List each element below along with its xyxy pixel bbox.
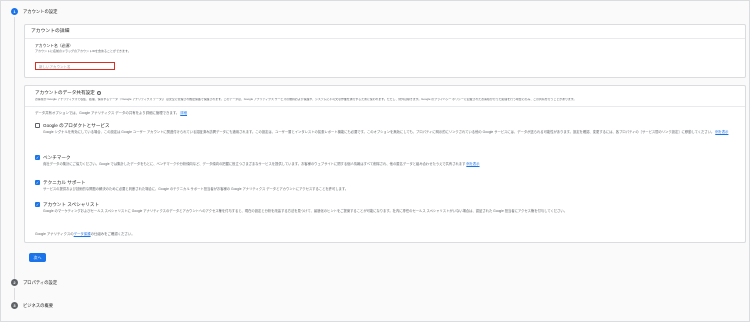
google-products-title: Google のプロダクトとサービス (43, 123, 110, 128)
data-sharing-card: アカウントのデータ共有設定? お客様が Google アナリティクスで収集、処理… (24, 85, 746, 243)
help-icon[interactable]: ? (96, 90, 102, 96)
app-frame: 1 アカウントの設定 アカウントの詳細 アカウント名（必須） アカウントに名前の… (0, 0, 750, 322)
google-products-checkbox[interactable] (35, 123, 40, 128)
account-details-title: アカウントの詳細 (25, 25, 745, 40)
google-products-example-link[interactable]: 例を表示 (715, 130, 728, 134)
step-2[interactable]: 2 プロパティの設定 (11, 279, 57, 286)
technical-support-checkbox[interactable]: ✓ (35, 180, 40, 185)
account-specialist-checkbox[interactable]: ✓ (35, 202, 40, 207)
account-name-help: アカウントに名前のドラッグのアカウントIDを含めることができます。 (35, 49, 131, 53)
data-protection-post: の仕組みをご確認ください。 (90, 232, 135, 236)
account-details-card: アカウントの詳細 アカウント名（必須） アカウントに名前のドラッグのアカウントI… (24, 24, 746, 78)
step-connector-2 (14, 288, 15, 300)
step-3[interactable]: 3 ビジネスの概要 (11, 302, 53, 309)
sharing-intro-text: データ共有オプションでは、Google アナリティクス データの共有をより詳細に… (35, 111, 180, 115)
sharing-intro: データ共有オプションでは、Google アナリティクス データの共有をより詳細に… (35, 111, 187, 115)
benchmark-title: ベンチマーク (43, 155, 71, 160)
google-products-desc-text: Google シグナルを有効にしている場合、この設定は Google ユーザー … (43, 130, 715, 134)
account-specialist-desc: Google のマーケティングおよびセールス スペシャリストに Google ア… (43, 209, 567, 213)
technical-support-title: テクニカル サポート (43, 180, 86, 185)
benchmark-desc-text: 貴社データの集計にご協力ください。Google では集計したデータをもとに、ベン… (43, 162, 466, 166)
step-2-label: プロパティの設定 (23, 279, 58, 285)
benchmark-example-link[interactable]: 例を表示 (466, 162, 479, 166)
account-name-input[interactable]: 新しいアカウント名 (35, 62, 115, 70)
step-2-number: 2 (11, 279, 18, 286)
learn-more-link[interactable]: 詳細 (180, 111, 187, 115)
step-1[interactable]: 1 アカウントの設定 (11, 8, 57, 15)
data-sharing-title: アカウントのデータ共有設定 (35, 90, 95, 95)
google-products-desc: Google シグナルを有効にしている場合、この設定は Google ユーザー … (43, 130, 733, 135)
divider (25, 106, 745, 107)
step-3-label: ビジネスの概要 (23, 302, 54, 308)
data-protection-link[interactable]: データ保護 (74, 232, 91, 236)
data-protection-note: Google アナリティクスのデータ保護の仕組みをご確認ください。 (35, 232, 135, 236)
technical-support-desc: サービスの提供および技術的な問題の解決のために必要と判断された場合に、Googl… (43, 187, 349, 191)
step-connector (14, 17, 15, 282)
step-1-number: 1 (11, 8, 18, 15)
benchmark-desc: 貴社データの集計にご協力ください。Google では集計したデータをもとに、ベン… (43, 162, 733, 167)
account-specialist-title: アカウント スペシャリスト (43, 202, 100, 207)
data-sharing-description: お客様が Google アナリティクスで収集、処理、保存するデータ（「Googl… (35, 98, 577, 101)
step-3-number: 3 (11, 302, 18, 309)
next-button[interactable]: 次へ (29, 253, 46, 262)
step-1-label: アカウントの設定 (23, 8, 58, 14)
data-protection-pre: Google アナリティクスの (35, 232, 74, 236)
benchmark-checkbox[interactable]: ✓ (35, 155, 40, 160)
